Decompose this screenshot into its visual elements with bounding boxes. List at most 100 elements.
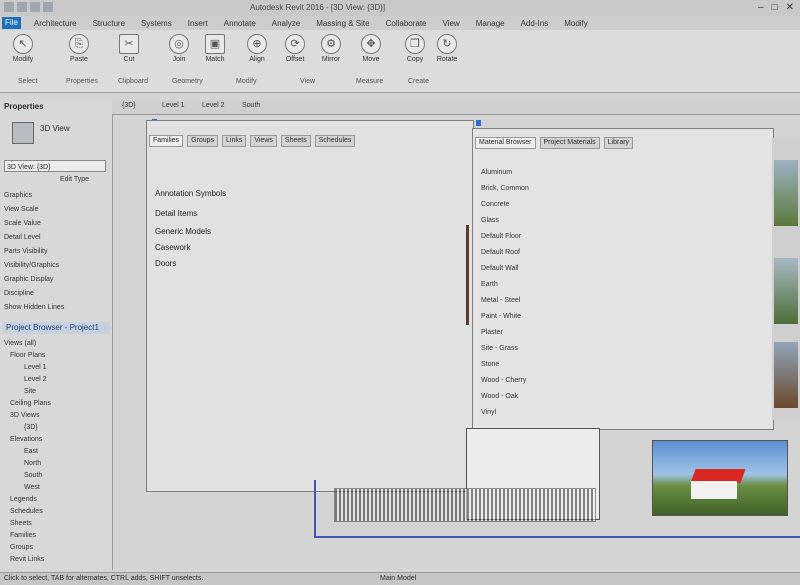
list-item[interactable]: Stone bbox=[481, 361, 499, 368]
tab-addins[interactable]: Add-Ins bbox=[518, 19, 552, 28]
match-button[interactable]: ▣ Match bbox=[196, 34, 234, 63]
tree-item[interactable]: Site bbox=[24, 388, 36, 395]
thumbnail[interactable] bbox=[774, 258, 798, 324]
tree-item[interactable]: Legends bbox=[10, 496, 37, 503]
tab-groups[interactable]: Groups bbox=[187, 135, 219, 147]
thumbnail-strip bbox=[772, 138, 800, 420]
tab-modify[interactable]: Modify bbox=[561, 19, 591, 28]
tree-item[interactable]: 3D Views bbox=[10, 412, 39, 419]
list-item[interactable]: Wood - Oak bbox=[481, 393, 518, 400]
view-tab[interactable]: South bbox=[242, 102, 260, 109]
tab-schedules[interactable]: Schedules bbox=[314, 135, 356, 147]
tree-item[interactable]: Ceiling Plans bbox=[10, 400, 51, 407]
tab-view[interactable]: View bbox=[440, 19, 463, 28]
prop-row: View Scale bbox=[4, 206, 39, 213]
tab-structure[interactable]: Structure bbox=[90, 19, 128, 28]
cut-button[interactable]: ✂ Cut bbox=[110, 34, 148, 63]
list-item[interactable]: Plaster bbox=[481, 329, 503, 336]
tab-material-browser[interactable]: Material Browser bbox=[475, 137, 536, 149]
tab-sheets[interactable]: Sheets bbox=[280, 135, 311, 147]
tab-systems[interactable]: Systems bbox=[138, 19, 175, 28]
tab-insert[interactable]: Insert bbox=[185, 19, 211, 28]
family-item[interactable]: Detail Items bbox=[155, 209, 197, 218]
tab-views[interactable]: Views bbox=[250, 135, 277, 147]
tab-collaborate[interactable]: Collaborate bbox=[383, 19, 430, 28]
join-button[interactable]: ◎ Join bbox=[160, 34, 198, 63]
properties-header: Properties bbox=[4, 102, 44, 111]
tree-item[interactable]: Level 1 bbox=[24, 364, 47, 371]
maximize-icon[interactable]: □ bbox=[772, 2, 778, 13]
save-icon[interactable] bbox=[4, 2, 14, 12]
pin-icon[interactable] bbox=[476, 120, 481, 126]
view-tab[interactable]: Level 2 bbox=[202, 102, 225, 109]
type-selector-value: 3D View: {3D} bbox=[7, 164, 51, 171]
tree-item[interactable]: Groups bbox=[10, 544, 33, 551]
list-item[interactable]: Concrete bbox=[481, 201, 509, 208]
list-item[interactable]: Default Roof bbox=[481, 249, 520, 256]
panel-label-select: Select bbox=[18, 78, 38, 85]
print-icon[interactable] bbox=[43, 2, 53, 12]
type-name: 3D View bbox=[40, 124, 70, 133]
tree-item[interactable]: North bbox=[24, 460, 41, 467]
tab-architecture[interactable]: Architecture bbox=[31, 19, 80, 28]
tab-file[interactable]: File bbox=[2, 17, 21, 29]
list-item[interactable]: Wood - Cherry bbox=[481, 377, 526, 384]
tree-item[interactable]: Views (all) bbox=[4, 340, 36, 347]
list-item[interactable]: Earth bbox=[481, 281, 498, 288]
close-icon[interactable]: ✕ bbox=[786, 2, 794, 13]
ribbon-tabs: File Architecture Structure Systems Inse… bbox=[0, 16, 800, 30]
model-indicator[interactable]: Main Model bbox=[380, 575, 416, 582]
family-item[interactable]: Doors bbox=[155, 259, 176, 268]
family-item[interactable]: Casework bbox=[155, 243, 191, 252]
type-selector[interactable]: 3D View: {3D} bbox=[4, 160, 106, 172]
tree-item[interactable]: West bbox=[24, 484, 40, 491]
thumbnail[interactable] bbox=[774, 342, 798, 408]
offset-button[interactable]: ⟳ Offset bbox=[276, 34, 314, 63]
tab-manage[interactable]: Manage bbox=[473, 19, 508, 28]
tab-project-materials[interactable]: Project Materials bbox=[539, 137, 600, 149]
view-tab[interactable]: {3D} bbox=[122, 102, 136, 109]
align-label: Align bbox=[249, 56, 265, 63]
modify-button[interactable]: ↖ Modify bbox=[4, 34, 42, 63]
move-button[interactable]: ✥ Move bbox=[352, 34, 390, 63]
list-item[interactable]: Brick, Common bbox=[481, 185, 529, 192]
tree-item[interactable]: Sheets bbox=[10, 520, 32, 527]
tree-item[interactable]: Floor Plans bbox=[10, 352, 45, 359]
mirror-button[interactable]: ⚙ Mirror bbox=[312, 34, 350, 63]
redo-icon[interactable] bbox=[30, 2, 40, 12]
tab-annotate[interactable]: Annotate bbox=[221, 19, 259, 28]
minimize-icon[interactable]: – bbox=[758, 2, 764, 13]
tree-item[interactable]: East bbox=[24, 448, 38, 455]
tab-analyze[interactable]: Analyze bbox=[269, 19, 303, 28]
list-item[interactable]: Default Floor bbox=[481, 233, 521, 240]
list-item[interactable]: Site - Grass bbox=[481, 345, 518, 352]
align-button[interactable]: ⊕ Align bbox=[238, 34, 276, 63]
tab-library[interactable]: Library bbox=[603, 137, 634, 149]
list-item[interactable]: Metal - Steel bbox=[481, 297, 520, 304]
list-item[interactable]: Aluminum bbox=[481, 169, 512, 176]
family-item[interactable]: Annotation Symbols bbox=[155, 189, 226, 198]
thumbnail[interactable] bbox=[774, 160, 798, 226]
tree-item[interactable]: Elevations bbox=[10, 436, 42, 443]
tree-item[interactable]: Families bbox=[10, 532, 36, 539]
undo-icon[interactable] bbox=[17, 2, 27, 12]
view-tab[interactable]: Level 1 bbox=[162, 102, 185, 109]
list-item[interactable]: Paint - White bbox=[481, 313, 521, 320]
tab-links[interactable]: Links bbox=[222, 135, 247, 147]
family-item[interactable]: Generic Models bbox=[155, 227, 211, 236]
tab-families[interactable]: Families bbox=[149, 135, 184, 147]
cut-label: Cut bbox=[123, 56, 135, 63]
edit-type-button[interactable]: Edit Type bbox=[60, 176, 89, 183]
tree-item[interactable]: South bbox=[24, 472, 42, 479]
tree-item[interactable]: {3D} bbox=[24, 424, 38, 431]
tree-item[interactable]: Revit Links bbox=[10, 556, 44, 563]
tree-item[interactable]: Level 2 bbox=[24, 376, 47, 383]
paste-button[interactable]: ⎘ Paste bbox=[60, 34, 98, 63]
list-item[interactable]: Default Wall bbox=[481, 265, 518, 272]
paste-icon: ⎘ bbox=[69, 34, 89, 54]
list-item[interactable]: Glass bbox=[481, 217, 499, 224]
tab-massing[interactable]: Massing & Site bbox=[313, 19, 372, 28]
tree-item[interactable]: Schedules bbox=[10, 508, 43, 515]
rotate-button[interactable]: ↻ Rotate bbox=[428, 34, 466, 63]
list-item[interactable]: Vinyl bbox=[481, 409, 496, 416]
